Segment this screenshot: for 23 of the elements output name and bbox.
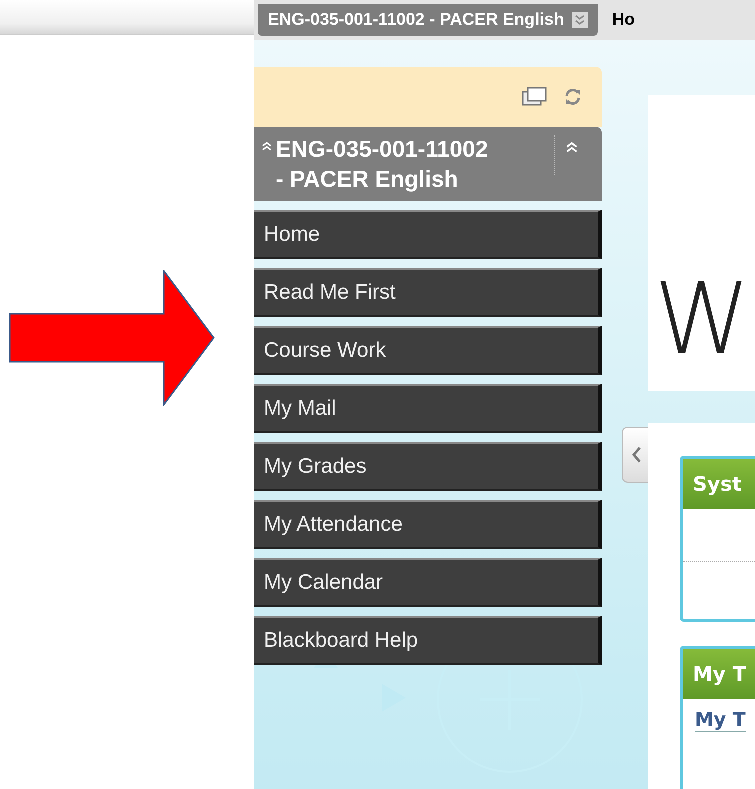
collapse-panel-button[interactable] [622,427,650,483]
collapse-icon[interactable] [262,141,272,151]
collapse-menu-icon[interactable] [566,141,578,153]
module-title: Syst [693,472,742,496]
menu-item[interactable]: My Attendance [254,500,602,549]
double-chevron-down-icon [572,12,588,28]
home-tab[interactable]: Ho [612,0,636,30]
menu-item[interactable]: Read Me First [254,268,602,317]
banner-heading: W [654,271,751,379]
module-title: My T [693,662,747,686]
menu-item[interactable]: Course Work [254,326,602,375]
chevron-left-icon [632,446,642,464]
menu-item[interactable]: My Mail [254,384,602,433]
menu-item[interactable]: Blackboard Help [254,616,602,665]
course-title: ENG-035-001-11002 - PACER English [276,135,490,194]
course-dropdown[interactable]: ENG-035-001-11002 - PACER English [258,4,598,36]
module-link[interactable]: My T [695,709,746,732]
menu-item[interactable]: My Grades [254,442,602,491]
arrow-icon [9,270,215,406]
menu-item[interactable]: Home [254,210,602,259]
windows-icon[interactable] [522,87,548,107]
refresh-icon[interactable] [564,87,582,107]
menu-item[interactable]: My Calendar [254,558,602,607]
